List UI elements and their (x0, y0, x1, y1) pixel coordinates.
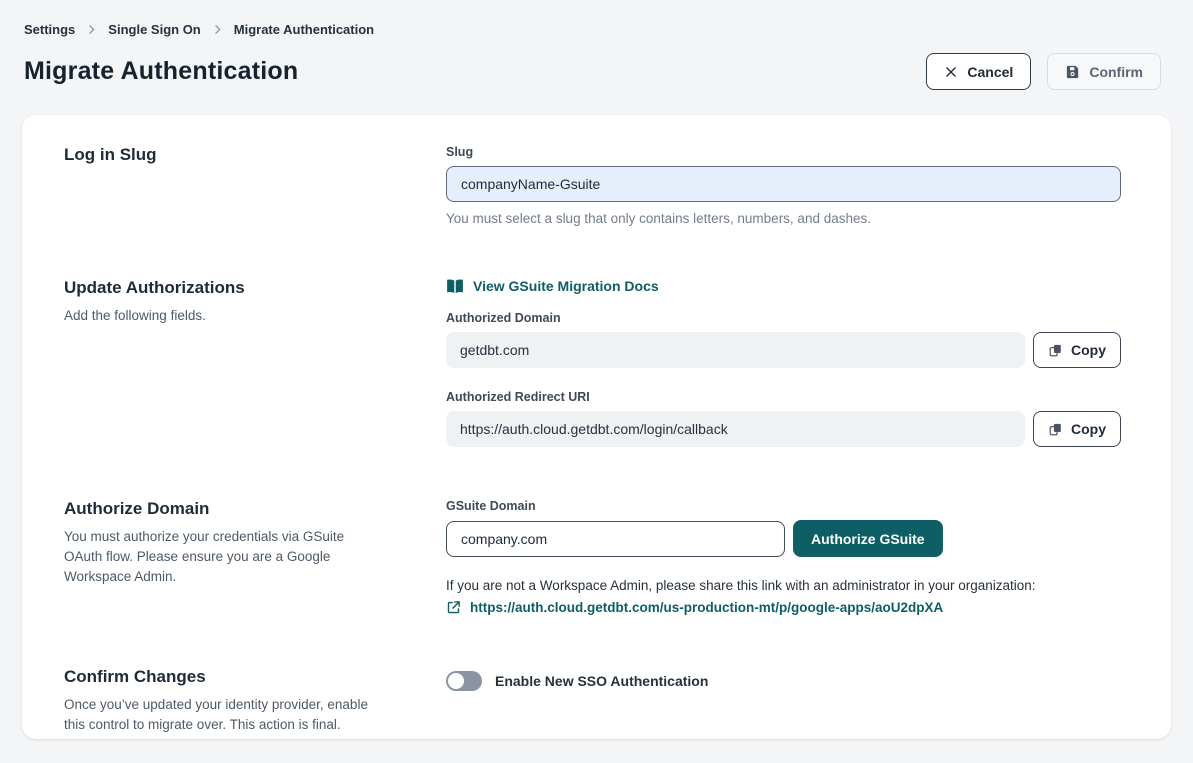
update-authorizations-subtitle: Add the following fields. (64, 306, 386, 326)
confirm-changes-heading: Confirm Changes (64, 667, 386, 687)
copy-icon (1048, 422, 1063, 437)
breadcrumb: Settings Single Sign On Migrate Authenti… (24, 22, 1169, 37)
external-link-icon (446, 600, 461, 615)
authorize-gsuite-button[interactable]: Authorize GSuite (793, 520, 943, 557)
copy-redirect-uri-button[interactable]: Copy (1033, 411, 1121, 447)
chevron-right-icon (211, 23, 224, 36)
gsuite-migration-docs-link-label: View GSuite Migration Docs (473, 278, 659, 294)
admin-share-link[interactable]: https://auth.cloud.getdbt.com/us-product… (470, 600, 943, 615)
authorized-redirect-uri-label: Authorized Redirect URI (446, 390, 1121, 404)
confirm-button-label: Confirm (1089, 64, 1143, 80)
page-title: Migrate Authentication (24, 57, 298, 86)
open-book-icon (446, 279, 464, 294)
copy-button-label: Copy (1071, 421, 1106, 437)
toggle-knob (448, 673, 464, 689)
breadcrumb-settings[interactable]: Settings (24, 22, 75, 37)
save-icon (1065, 64, 1080, 79)
authorize-domain-description: You must authorize your credentials via … (64, 527, 386, 587)
settings-card: Log in Slug Slug You must select a slug … (22, 115, 1171, 739)
workspace-admin-note: If you are not a Workspace Admin, please… (446, 578, 1121, 593)
enable-sso-toggle[interactable] (446, 671, 482, 691)
enable-sso-toggle-label: Enable New SSO Authentication (495, 673, 708, 689)
gsuite-domain-label: GSuite Domain (446, 499, 1121, 513)
authorize-domain-heading: Authorize Domain (64, 499, 386, 519)
section-update-authorizations: Update Authorizations Add the following … (64, 278, 1121, 447)
section-login-slug: Log in Slug Slug You must select a slug … (64, 145, 1121, 226)
section-confirm-changes: Confirm Changes Once you’ve updated your… (64, 667, 1121, 735)
slug-input[interactable] (446, 166, 1121, 202)
authorized-redirect-uri-field[interactable]: https://auth.cloud.getdbt.com/login/call… (446, 411, 1025, 447)
page-header: Settings Single Sign On Migrate Authenti… (0, 0, 1193, 90)
gsuite-domain-input[interactable] (446, 521, 785, 557)
update-authorizations-heading: Update Authorizations (64, 278, 386, 298)
authorized-domain-label: Authorized Domain (446, 311, 1121, 325)
cancel-button-label: Cancel (967, 64, 1013, 80)
confirm-button[interactable]: Confirm (1047, 53, 1161, 90)
copy-button-label: Copy (1071, 342, 1106, 358)
copy-icon (1048, 343, 1063, 358)
close-icon (944, 65, 958, 79)
breadcrumb-migrate-authentication: Migrate Authentication (234, 22, 374, 37)
slug-helper-text: You must select a slug that only contain… (446, 211, 1121, 226)
copy-authorized-domain-button[interactable]: Copy (1033, 332, 1121, 368)
confirm-changes-description: Once you’ve updated your identity provid… (64, 695, 386, 735)
chevron-right-icon (85, 23, 98, 36)
breadcrumb-single-sign-on[interactable]: Single Sign On (108, 22, 200, 37)
section-authorize-domain: Authorize Domain You must authorize your… (64, 499, 1121, 615)
cancel-button[interactable]: Cancel (926, 53, 1031, 90)
authorized-domain-field[interactable]: getdbt.com (446, 332, 1025, 368)
login-slug-heading: Log in Slug (64, 145, 386, 165)
gsuite-migration-docs-link[interactable]: View GSuite Migration Docs (446, 278, 659, 294)
slug-field-label: Slug (446, 145, 1121, 159)
header-actions: Cancel Confirm (926, 53, 1169, 90)
